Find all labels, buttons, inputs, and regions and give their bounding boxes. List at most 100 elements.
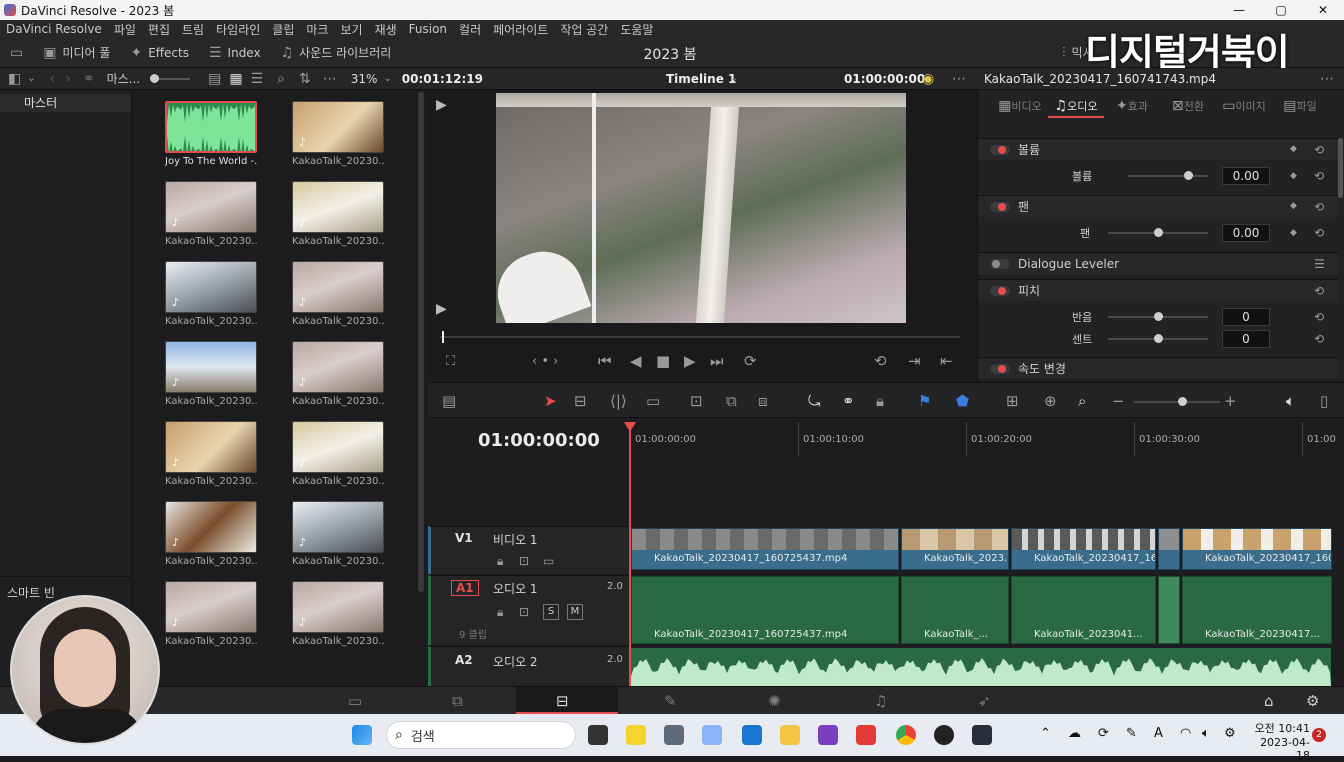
cents-slider[interactable] bbox=[1108, 334, 1208, 343]
media-clip[interactable]: ♪ KakaoTalk_20230... bbox=[165, 181, 257, 247]
tab-effects[interactable]: ✦효과 bbox=[1104, 98, 1160, 114]
track-name-a2[interactable]: 오디오 2 bbox=[493, 653, 538, 670]
settings-gear-icon[interactable]: ⚙ bbox=[1306, 692, 1319, 710]
timeline-current-timecode[interactable]: 01:00:00:00 bbox=[478, 430, 600, 451]
track-name-a1[interactable]: 오디오 1 bbox=[493, 580, 538, 597]
tab-video[interactable]: ▦비디오 bbox=[992, 98, 1048, 114]
remote-desktop-icon[interactable] bbox=[742, 725, 762, 745]
media-clip[interactable]: ♪ KakaoTalk_20230... bbox=[292, 261, 384, 327]
media-clip[interactable]: ♪ KakaoTalk_20230... bbox=[292, 181, 384, 247]
inspector-options-icon[interactable]: ⋯ bbox=[1320, 72, 1334, 86]
thumbnail-view-icon[interactable]: ▦ bbox=[229, 72, 242, 86]
minimize-button[interactable]: — bbox=[1218, 3, 1260, 17]
audio-clip[interactable]: KakaoTalk_2023041... bbox=[1011, 576, 1156, 644]
panel-layout-button[interactable]: ▭ bbox=[0, 38, 33, 67]
track-header-a2[interactable]: A2 오디오 2 2.0 bbox=[428, 646, 630, 686]
menu-trim[interactable]: 트림 bbox=[176, 21, 210, 38]
media-clip[interactable]: ♪ KakaoTalk_20230... bbox=[165, 501, 257, 567]
menu-lines-icon[interactable]: ☰ bbox=[1314, 258, 1325, 270]
file-explorer-icon[interactable] bbox=[780, 725, 800, 745]
semitone-slider[interactable] bbox=[1108, 312, 1208, 321]
timeline-selector[interactable]: Timeline 1 bbox=[666, 72, 736, 86]
reset-icon[interactable]: ⟲ bbox=[1314, 201, 1324, 213]
media-clip[interactable]: ♪ KakaoTalk_20230... bbox=[165, 261, 257, 327]
sidebar-toggle-icon[interactable]: ◧ bbox=[8, 72, 21, 86]
media-page-icon[interactable]: ▭ bbox=[348, 692, 362, 710]
maximize-button[interactable]: ▢ bbox=[1260, 3, 1302, 17]
reset-icon[interactable]: ⟲ bbox=[1314, 333, 1324, 345]
onenote-icon[interactable] bbox=[818, 725, 838, 745]
auto-select-icon[interactable]: ⊡ bbox=[519, 606, 529, 618]
viewer-options-icon[interactable]: ⋯ bbox=[952, 72, 966, 86]
reset-icon[interactable]: ⟲ bbox=[1314, 227, 1324, 239]
tray-overflow-icon[interactable]: ⌃ bbox=[1040, 726, 1051, 741]
track-header-v1[interactable]: V1 비디오 1 🔒︎ ⊡ ▭ bbox=[428, 526, 630, 574]
mark-in-icon[interactable]: ⇥ bbox=[908, 352, 921, 370]
menu-clip[interactable]: 클립 bbox=[266, 21, 300, 38]
blade-edit-icon[interactable]: ▭ bbox=[646, 392, 660, 410]
previous-clip-marker-icon[interactable]: ▶︎ bbox=[436, 98, 447, 112]
chrome-icon[interactable] bbox=[896, 725, 916, 745]
volume-tray-icon[interactable]: 🔈︎ bbox=[1202, 726, 1210, 741]
app-red-icon[interactable] bbox=[856, 725, 876, 745]
video-clip[interactable]: KakaoTalk_20230417_160... bbox=[1182, 528, 1332, 570]
menu-workspace[interactable]: 작업 공간 bbox=[554, 21, 614, 38]
reset-icon[interactable]: ⟲ bbox=[1314, 144, 1324, 156]
keyframe-icon[interactable]: ◆ bbox=[1290, 145, 1297, 154]
pan-slider[interactable] bbox=[1108, 228, 1208, 237]
pan-value[interactable]: 0.00 bbox=[1222, 224, 1270, 242]
overwrite-clip-icon[interactable]: ⧉ bbox=[726, 392, 737, 410]
linked-selection-icon[interactable]: ⚭ bbox=[842, 392, 855, 410]
chevron-down-icon[interactable]: ⌄ bbox=[27, 73, 35, 84]
deliver-page-icon[interactable]: ➶ bbox=[978, 692, 991, 710]
menu-color[interactable]: 컬러 bbox=[453, 21, 487, 38]
media-clip[interactable]: ♪ KakaoTalk_20230... bbox=[292, 501, 384, 567]
go-to-end-icon[interactable]: ⏭ bbox=[710, 352, 724, 370]
menu-help[interactable]: 도움말 bbox=[614, 21, 659, 38]
tab-file[interactable]: ▤파일 bbox=[1272, 98, 1328, 114]
reverse-play-icon[interactable]: ◀ bbox=[630, 352, 642, 370]
volume-toggle[interactable] bbox=[990, 144, 1010, 155]
zoom-dropdown-icon[interactable]: ⌄ bbox=[383, 73, 391, 84]
media-clip[interactable]: ♪ KakaoTalk_20230... bbox=[292, 101, 384, 167]
media-clip[interactable]: ♪ KakaoTalk_20230... bbox=[292, 341, 384, 407]
audio-clip[interactable]: KakaoTalk_20230417_160725437.mp4 bbox=[631, 576, 899, 644]
video-clip[interactable]: KakaoTalk_20230417_16... bbox=[1011, 528, 1156, 570]
fairlight-page-icon[interactable]: ♫ bbox=[874, 692, 887, 710]
media-clip[interactable]: ♪ KakaoTalk_20230... bbox=[165, 421, 257, 487]
timeline-playhead[interactable] bbox=[624, 422, 636, 686]
video-clip[interactable]: KakaoTalk_2023... bbox=[901, 528, 1009, 570]
snipping-tool-icon[interactable] bbox=[702, 725, 722, 745]
crop-mode-icon[interactable]: ⛶ bbox=[446, 354, 455, 369]
track-id-a1[interactable]: A1 bbox=[451, 580, 479, 596]
track-name-v1[interactable]: 비디오 1 bbox=[493, 531, 538, 548]
task-view-icon[interactable] bbox=[588, 725, 608, 745]
zoom-in-icon[interactable]: + bbox=[1224, 392, 1237, 410]
match-frame-icon[interactable]: ⟲ bbox=[874, 352, 887, 370]
timeline-dropdown-icon[interactable]: ⌄ bbox=[730, 73, 738, 84]
home-icon[interactable]: ⌂ bbox=[1264, 692, 1274, 710]
volume-value[interactable]: 0.00 bbox=[1222, 167, 1270, 185]
keyframe-icon[interactable]: ◆ bbox=[1290, 202, 1297, 211]
wifi-icon[interactable]: ◠ bbox=[1180, 726, 1191, 741]
fusion-page-icon[interactable]: ✎ bbox=[664, 692, 677, 710]
audio-clip-a2[interactable] bbox=[631, 648, 1331, 686]
back-arrow-icon[interactable]: ‹ bbox=[50, 72, 56, 86]
speed-change-toggle[interactable] bbox=[990, 363, 1010, 374]
keyframe-icon[interactable]: ◆ bbox=[1290, 228, 1297, 238]
volume-slider[interactable] bbox=[1128, 171, 1208, 180]
speed-change-section[interactable]: 속도 변경 bbox=[978, 357, 1338, 379]
pitch-section[interactable]: 피치 ⟲ bbox=[978, 279, 1338, 301]
kakaotalk-icon[interactable] bbox=[626, 725, 646, 745]
loop-icon[interactable]: ⟳ bbox=[744, 352, 757, 370]
network-tray-icon[interactable]: ⚙ bbox=[1224, 726, 1236, 741]
forward-arrow-icon[interactable]: › bbox=[65, 72, 71, 86]
stop-icon[interactable]: ■ bbox=[656, 352, 670, 370]
volume-section[interactable]: 볼륨 ◆ ⟲ bbox=[978, 138, 1338, 160]
menu-mark[interactable]: 마크 bbox=[300, 21, 334, 38]
sort-icon[interactable]: ⇅ bbox=[299, 72, 311, 86]
ime-indicator-icon[interactable]: A bbox=[1154, 726, 1163, 741]
index-button[interactable]: ☰ Index bbox=[199, 38, 271, 67]
pitch-toggle[interactable] bbox=[990, 285, 1010, 296]
media-clip[interactable]: ♪ KakaoTalk_20230... bbox=[292, 581, 384, 647]
